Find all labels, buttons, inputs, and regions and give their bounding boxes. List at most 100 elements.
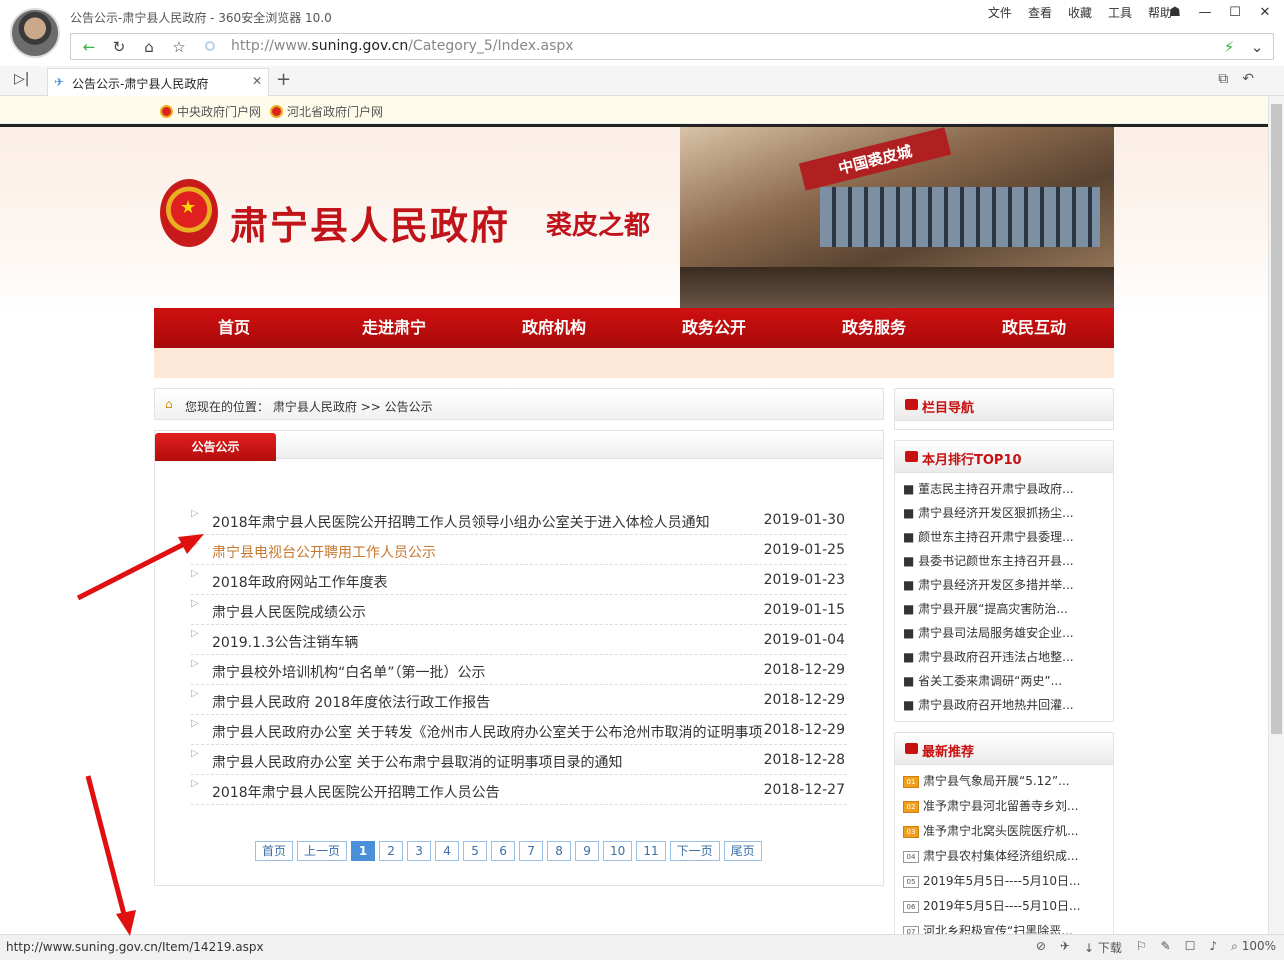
page-scrollbar[interactable] <box>1268 96 1284 934</box>
top10-item[interactable]: ■ 县委书记颜世东主持召开县... <box>903 549 1113 573</box>
menu-view[interactable]: 查看 <box>1026 4 1054 21</box>
notice-row[interactable]: ▷ 2018年肃宁县人民医院公开招聘工作人员领导小组办公室关于进入体检人员通知 20… <box>191 505 847 535</box>
recommend-item[interactable]: 01 肃宁县气象局开展“5.12”... <box>903 769 1113 794</box>
page-link[interactable]: 上一页 <box>297 841 348 861</box>
page-link[interactable]: 尾页 <box>723 841 762 861</box>
zoom-indicator[interactable]: ⌕ 100% <box>1231 939 1276 956</box>
notice-title[interactable]: 2019.1.3公告注销车辆 <box>212 632 764 652</box>
page-link[interactable]: 1 <box>351 841 376 861</box>
menu-favorites[interactable]: 收藏 <box>1066 4 1094 21</box>
notice-title[interactable]: 2018年政府网站工作年度表 <box>212 572 764 592</box>
page-link[interactable]: 11 <box>636 841 666 861</box>
reload-icon[interactable]: ↻ <box>105 36 133 58</box>
fav-central-gov[interactable]: 中央政府门户网 <box>160 103 261 120</box>
home-icon[interactable]: ⌂ <box>135 36 163 58</box>
site-info-icon[interactable] <box>205 41 215 51</box>
sound-icon[interactable]: ♪ <box>1209 939 1217 956</box>
notice-row[interactable]: ▷ 肃宁县人民政府办公室 关于公布肃宁县取消的证明事项目录的通知 2018-12-2… <box>191 745 847 775</box>
browser-edit-icon[interactable]: ✎ <box>1161 939 1171 956</box>
notice-title[interactable]: 肃宁县人民政府 2018年度依法行政工作报告 <box>212 692 764 712</box>
page-link[interactable]: 3 <box>407 841 432 861</box>
list-tab[interactable]: 公告公示 <box>155 433 276 461</box>
nav-about[interactable]: 走进肃宁 <box>314 308 474 348</box>
breadcrumb-current[interactable]: 公告公示 <box>385 400 433 414</box>
notice-title[interactable]: 2018年肃宁县人民医院公开招聘工作人员公告 <box>212 782 764 802</box>
nav-home[interactable]: 首页 <box>154 308 314 348</box>
notice-row[interactable]: ▷ 肃宁县电视台公开聘用工作人员公示 2019-01-25 <box>191 535 847 565</box>
top10-item[interactable]: ■ 肃宁县司法局服务雄安企业... <box>903 621 1113 645</box>
recommend-item[interactable]: 07 河北乡积极宣传“扫黑除恶... <box>903 919 1113 934</box>
speed-mode-icon[interactable]: ⚡ <box>1215 36 1243 58</box>
url-field[interactable]: http://www.suning.gov.cn/Category_5/Inde… <box>231 38 574 54</box>
page-link[interactable]: 10 <box>603 841 633 861</box>
window-icon[interactable]: ☐ <box>1185 939 1196 956</box>
tab-active[interactable]: ✈ 公告公示-肃宁县人民政府 ✕ <box>47 68 269 96</box>
notice-date: 2018-12-29 <box>763 692 845 708</box>
page-link[interactable]: 8 <box>547 841 572 861</box>
recommend-item[interactable]: 06 2019年5月5日----5月10日... <box>903 894 1113 919</box>
recommend-item[interactable]: 04 肃宁县农村集体经济组织成... <box>903 844 1113 869</box>
top10-item[interactable]: ■ 董志民主持召开肃宁县政府... <box>903 477 1113 501</box>
top10-item[interactable]: ■ 肃宁县政府召开违法占地整... <box>903 645 1113 669</box>
nav-services[interactable]: 政务服务 <box>794 308 954 348</box>
notice-title[interactable]: 2018年肃宁县人民医院公开招聘工作人员领导小组办公室关于进入体检人员通知 <box>212 512 764 532</box>
notice-row[interactable]: ▷ 2019.1.3公告注销车辆 2019-01-04 <box>191 625 847 655</box>
breadcrumb-home-link[interactable]: 肃宁县人民政府 <box>273 400 357 414</box>
notice-row[interactable]: ▷ 肃宁县校外培训机构“白名单”（第一批）公示 2018-12-29 <box>191 655 847 685</box>
restore-closed-icon[interactable]: ↶ <box>1242 71 1254 87</box>
notice-row[interactable]: ▷ 肃宁县人民医院成绩公示 2019-01-15 <box>191 595 847 625</box>
url-dropdown-icon[interactable]: ⌄ <box>1243 36 1271 58</box>
recommend-item[interactable]: 03 准予肃宁北窝头医院医疗机... <box>903 819 1113 844</box>
top10-item[interactable]: ■ 肃宁县经济开发区狠抓扬尘... <box>903 501 1113 525</box>
menu-tools[interactable]: 工具 <box>1106 4 1134 21</box>
page-link[interactable]: 6 <box>491 841 516 861</box>
nav-interaction[interactable]: 政民互动 <box>954 308 1114 348</box>
page-link[interactable]: 9 <box>575 841 600 861</box>
page-link[interactable]: 下一页 <box>669 841 720 861</box>
download-button[interactable]: ↓ 下载 <box>1084 939 1122 956</box>
notice-title[interactable]: 肃宁县校外培训机构“白名单”（第一批）公示 <box>212 662 764 682</box>
sidebar-toggle-icon[interactable]: ▷| <box>14 71 29 87</box>
flag-icon[interactable]: ⚐ <box>1136 939 1147 956</box>
tab-close-icon[interactable]: ✕ <box>252 74 262 88</box>
notice-row[interactable]: ▷ 2018年政府网站工作年度表 2019-01-23 <box>191 565 847 595</box>
page-link[interactable]: 2 <box>379 841 404 861</box>
page-link[interactable]: 首页 <box>255 841 294 861</box>
notice-title[interactable]: 肃宁县人民政府办公室 关于转发《沧州市人民政府办公室关于公布沧州市取消的证明事项 <box>212 722 764 742</box>
top10-item[interactable]: ■ 肃宁县经济开发区多措并举... <box>903 573 1113 597</box>
bookmark-star-icon[interactable]: ☆ <box>165 36 193 58</box>
notice-row[interactable]: ▷ 2018年肃宁县人民医院公开招聘工作人员公告 2018-12-27 <box>191 775 847 805</box>
minimize-icon[interactable]: — <box>1192 2 1218 22</box>
top10-item[interactable]: ■ 肃宁县政府召开地热井回灌... <box>903 693 1113 717</box>
extension-icon[interactable]: ⊘ <box>1036 939 1046 956</box>
fav-hebei-gov[interactable]: 河北省政府门户网 <box>270 103 383 120</box>
user-avatar[interactable] <box>10 8 60 58</box>
notice-title[interactable]: 肃宁县人民医院成绩公示 <box>212 602 764 622</box>
bullet-triangle-icon: ▷ <box>191 688 199 699</box>
notice-title[interactable]: 肃宁县电视台公开聘用工作人员公示 <box>212 542 764 562</box>
top10-item[interactable]: ■ 肃宁县开展“提高灾害防治... <box>903 597 1113 621</box>
new-tab-icon[interactable]: + <box>276 69 291 90</box>
site-slogan: 裘皮之都 <box>546 211 651 241</box>
scrollbar-thumb[interactable] <box>1271 104 1282 734</box>
menu-file[interactable]: 文件 <box>986 4 1014 21</box>
nav-public-affairs[interactable]: 政务公开 <box>634 308 794 348</box>
tab-list-icon[interactable]: ⧉ <box>1218 71 1228 87</box>
notice-row[interactable]: ▷ 肃宁县人民政府办公室 关于转发《沧州市人民政府办公室关于公布沧州市取消的证明事… <box>191 715 847 745</box>
page-link[interactable]: 5 <box>463 841 488 861</box>
nav-agencies[interactable]: 政府机构 <box>474 308 634 348</box>
back-icon[interactable]: ← <box>75 36 103 58</box>
page-link[interactable]: 4 <box>435 841 460 861</box>
top10-item[interactable]: ■ 省关工委来肃调研“两史”... <box>903 669 1113 693</box>
notice-row[interactable]: ▷ 肃宁县人民政府 2018年度依法行政工作报告 2018-12-29 <box>191 685 847 715</box>
close-window-icon[interactable]: ✕ <box>1252 2 1278 22</box>
skin-icon[interactable]: ☗ <box>1162 2 1188 22</box>
accelerate-icon[interactable]: ✈ <box>1060 939 1070 956</box>
recommend-text: 肃宁县气象局开展“5.12”... <box>923 774 1070 788</box>
top10-item[interactable]: ■ 颜世东主持召开肃宁县委理... <box>903 525 1113 549</box>
page-link[interactable]: 7 <box>519 841 544 861</box>
notice-title[interactable]: 肃宁县人民政府办公室 关于公布肃宁县取消的证明事项目录的通知 <box>212 752 764 772</box>
recommend-item[interactable]: 02 准予肃宁县河北留善寺乡刘... <box>903 794 1113 819</box>
recommend-item[interactable]: 05 2019年5月5日----5月10日... <box>903 869 1113 894</box>
maximize-icon[interactable]: ☐ <box>1222 2 1248 22</box>
